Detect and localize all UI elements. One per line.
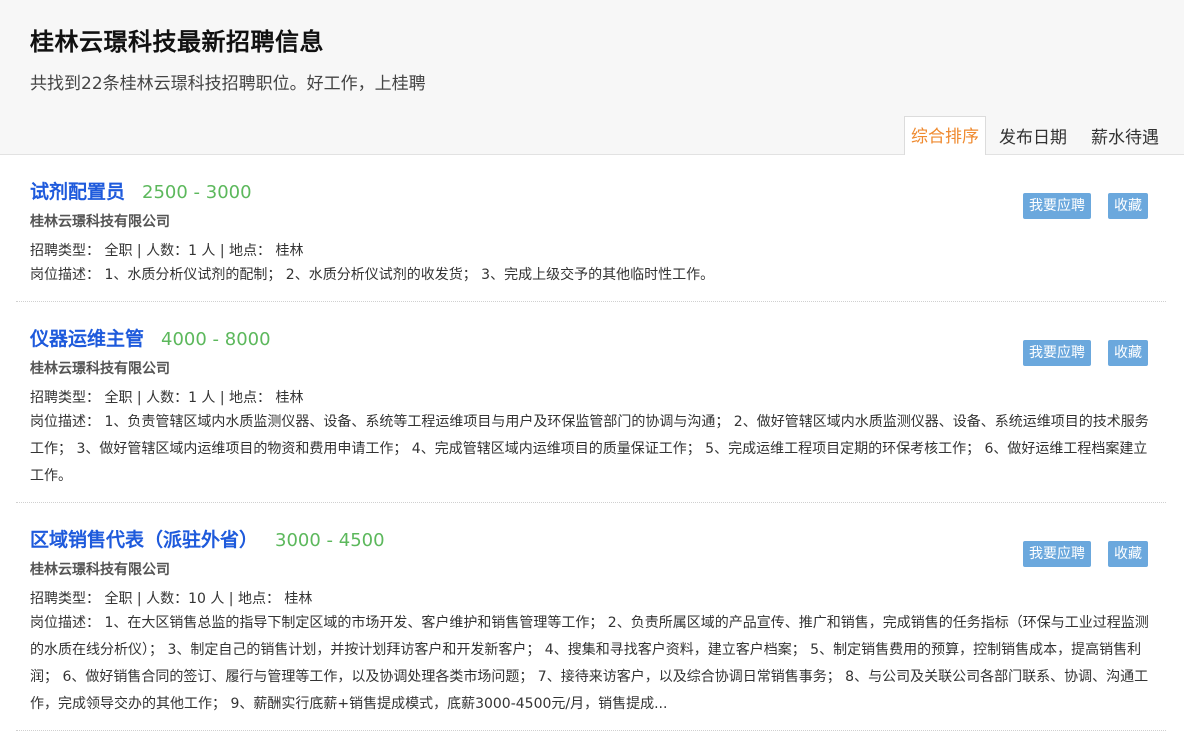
apply-button[interactable]: 我要应聘	[1023, 193, 1091, 219]
company-name: 桂林云璟科技有限公司	[30, 361, 170, 377]
job-salary: 4000 - 8000	[161, 329, 271, 350]
company-name: 桂林云璟科技有限公司	[30, 214, 170, 230]
favorite-button[interactable]: 收藏	[1108, 340, 1148, 366]
favorite-button[interactable]: 收藏	[1108, 193, 1148, 219]
page-header: 桂林云璟科技最新招聘信息 共找到22条桂林云璟科技招聘职位。好工作，上桂聘 综合…	[0, 0, 1184, 155]
job-head: 仪器运维主管 4000 - 8000	[30, 302, 1152, 351]
apply-button[interactable]: 我要应聘	[1023, 541, 1091, 567]
job-title-link[interactable]: 区域销售代表（派驻外省）	[30, 525, 258, 552]
job-title-link[interactable]: 试剂配置员	[30, 177, 125, 204]
job-description: 岗位描述： 1、水质分析仪试剂的配制； 2、水质分析仪试剂的收发货； 3、完成上…	[30, 267, 715, 283]
favorite-button[interactable]: 收藏	[1108, 541, 1148, 567]
job-head: 试剂配置员 2500 - 3000	[30, 155, 1152, 204]
company-name: 桂林云璟科技有限公司	[30, 562, 170, 578]
job-actions: 我要应聘 收藏	[1006, 340, 1148, 366]
tab-sort-publish-date[interactable]: 发布日期	[988, 116, 1078, 155]
job-actions: 我要应聘 收藏	[1006, 193, 1148, 219]
job-title-link[interactable]: 仪器运维主管	[30, 324, 144, 351]
job-description: 岗位描述： 1、负责管辖区域内水质监测仪器、设备、系统等工程运维项目与用户及环保…	[30, 414, 1149, 484]
job-meta: 招聘类型： 全职 | 人数：1 人 | 地点： 桂林	[30, 243, 304, 259]
job-actions: 我要应聘 收藏	[1006, 541, 1148, 567]
page-subtitle: 共找到22条桂林云璟科技招聘职位。好工作，上桂聘	[30, 74, 426, 94]
job-meta: 招聘类型： 全职 | 人数：10 人 | 地点： 桂林	[30, 591, 313, 607]
job-list: 试剂配置员 2500 - 3000 桂林云璟科技有限公司 招聘类型： 全职 | …	[0, 155, 1184, 731]
job-item: 试剂配置员 2500 - 3000 桂林云璟科技有限公司 招聘类型： 全职 | …	[16, 155, 1166, 302]
job-description: 岗位描述： 1、在大区销售总监的指导下制定区域的市场开发、客户维护和销售管理等工…	[30, 615, 1149, 712]
job-item: 仪器运维主管 4000 - 8000 桂林云璟科技有限公司 招聘类型： 全职 |…	[16, 302, 1166, 503]
job-salary: 2500 - 3000	[142, 182, 252, 203]
sort-tabs: 综合排序 发布日期 薪水待遇	[902, 116, 1170, 155]
tab-sort-salary[interactable]: 薪水待遇	[1080, 116, 1170, 155]
job-item: 区域销售代表（派驻外省） 3000 - 4500 桂林云璟科技有限公司 招聘类型…	[16, 503, 1166, 731]
apply-button[interactable]: 我要应聘	[1023, 340, 1091, 366]
job-head: 区域销售代表（派驻外省） 3000 - 4500	[30, 503, 1152, 552]
tab-sort-comprehensive[interactable]: 综合排序	[904, 116, 986, 155]
job-meta: 招聘类型： 全职 | 人数：1 人 | 地点： 桂林	[30, 390, 304, 406]
page-title: 桂林云璟科技最新招聘信息	[30, 28, 324, 56]
job-salary: 3000 - 4500	[275, 530, 385, 551]
